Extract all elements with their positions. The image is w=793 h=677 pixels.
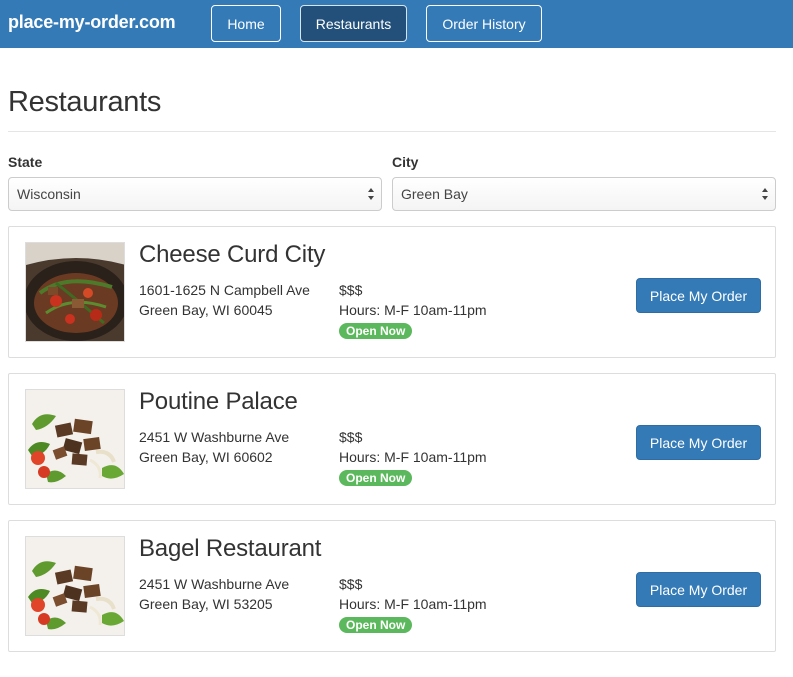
price-level: $$$ [339,429,363,445]
address-line-2: Green Bay, WI 60045 [139,302,273,318]
stir-fry-dish-photo [25,242,125,342]
page-title: Restaurants [8,86,162,118]
city-select-value: Green Bay [401,186,468,202]
address-line-2: Green Bay, WI 53205 [139,596,273,612]
steak-salad-photo [25,389,125,489]
select-arrows-icon [368,188,374,200]
address-line-1: 2451 W Washburne Ave [139,429,290,445]
nav-restaurants-button[interactable]: Restaurants [300,5,407,42]
open-now-badge: Open Now [339,617,413,633]
restaurant-address: 1601-1625 N Campbell Ave Green Bay, WI 6… [139,280,310,320]
brand-logo[interactable]: place-my-order.com [8,12,176,33]
place-my-order-button[interactable]: Place My Order [636,572,761,607]
restaurant-name[interactable]: Cheese Curd City [139,241,325,269]
restaurant-card: Poutine Palace 2451 W Washburne Ave Gree… [8,373,776,505]
place-my-order-button[interactable]: Place My Order [636,278,761,313]
title-divider [8,131,776,132]
price-level: $$$ [339,282,363,298]
restaurant-address: 2451 W Washburne Ave Green Bay, WI 53205 [139,574,289,614]
hours-text: Hours: M-F 10am-11pm [339,302,487,318]
nav-home-button[interactable]: Home [211,5,281,42]
hours-text: Hours: M-F 10am-11pm [339,449,487,465]
state-select-value: Wisconsin [17,186,81,202]
price-level: $$$ [339,576,363,592]
restaurant-name[interactable]: Bagel Restaurant [139,535,321,563]
hours-text: Hours: M-F 10am-11pm [339,596,487,612]
restaurant-address: 2451 W Washburne Ave Green Bay, WI 60602 [139,427,289,467]
open-now-badge: Open Now [339,470,413,486]
restaurant-name[interactable]: Poutine Palace [139,388,298,416]
top-navbar: place-my-order.com Home Restaurants Orde… [0,0,793,48]
restaurant-info: $$$ Hours: M-F 10am-11pm Open Now [339,574,487,634]
place-my-order-button[interactable]: Place My Order [636,425,761,460]
state-label: State [8,154,43,170]
nav-order-history-button[interactable]: Order History [426,5,542,42]
restaurant-info: $$$ Hours: M-F 10am-11pm Open Now [339,280,487,340]
address-line-1: 2451 W Washburne Ave [139,576,290,592]
open-now-badge: Open Now [339,323,413,339]
city-select[interactable]: Green Bay [392,177,776,211]
steak-salad-photo [25,536,125,636]
address-line-1: 1601-1625 N Campbell Ave [139,282,310,298]
state-select[interactable]: Wisconsin [8,177,382,211]
address-line-2: Green Bay, WI 60602 [139,449,273,465]
city-label: City [392,154,419,170]
restaurant-info: $$$ Hours: M-F 10am-11pm Open Now [339,427,487,487]
restaurant-card: Bagel Restaurant 2451 W Washburne Ave Gr… [8,520,776,652]
select-arrows-icon [762,188,768,200]
restaurant-card: Cheese Curd City 1601-1625 N Campbell Av… [8,226,776,358]
